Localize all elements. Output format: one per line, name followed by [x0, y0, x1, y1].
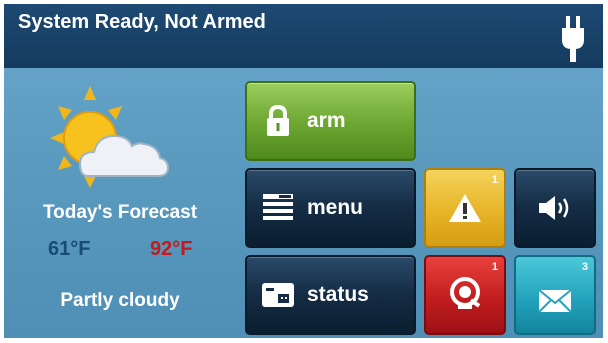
- system-status-text: System Ready, Not Armed: [18, 11, 266, 33]
- envelope-icon: [538, 289, 572, 313]
- status-panel-icon: [262, 283, 294, 307]
- messages-count-badge: 3: [581, 261, 588, 273]
- home-screen: System Ready, Not Armed Today's Forecast…: [4, 4, 603, 338]
- temperature-high: 92°F: [150, 238, 193, 260]
- status-label: status: [307, 283, 369, 306]
- bell-icon: [450, 277, 481, 309]
- trouble-count-badge: 1: [491, 261, 498, 273]
- partly-cloudy-icon: [50, 86, 170, 188]
- menu-list-icon: [263, 194, 293, 220]
- status-bar: System Ready, Not Armed: [4, 4, 603, 68]
- warning-icon: [449, 194, 481, 222]
- messages-button[interactable]: 3: [514, 255, 596, 335]
- power-plug-icon: [562, 16, 584, 62]
- trouble-button[interactable]: 1: [424, 255, 506, 335]
- padlock-icon: [267, 104, 289, 136]
- alert-count-badge: 1: [491, 174, 498, 186]
- arm-button[interactable]: arm: [245, 81, 416, 161]
- speaker-volume-icon: [539, 196, 569, 220]
- weather-widget: Today's Forecast 61°F 92°F Partly cloudy: [4, 68, 236, 338]
- volume-button[interactable]: [514, 168, 596, 248]
- status-button[interactable]: status: [245, 255, 416, 335]
- alert-button[interactable]: 1: [424, 168, 506, 248]
- menu-label: menu: [307, 196, 364, 219]
- menu-button[interactable]: menu: [245, 168, 416, 248]
- forecast-title: Today's Forecast: [42, 202, 198, 223]
- temperature-low: 61°F: [48, 238, 91, 260]
- weather-condition: Partly cloudy: [60, 290, 180, 311]
- arm-label: arm: [307, 109, 346, 132]
